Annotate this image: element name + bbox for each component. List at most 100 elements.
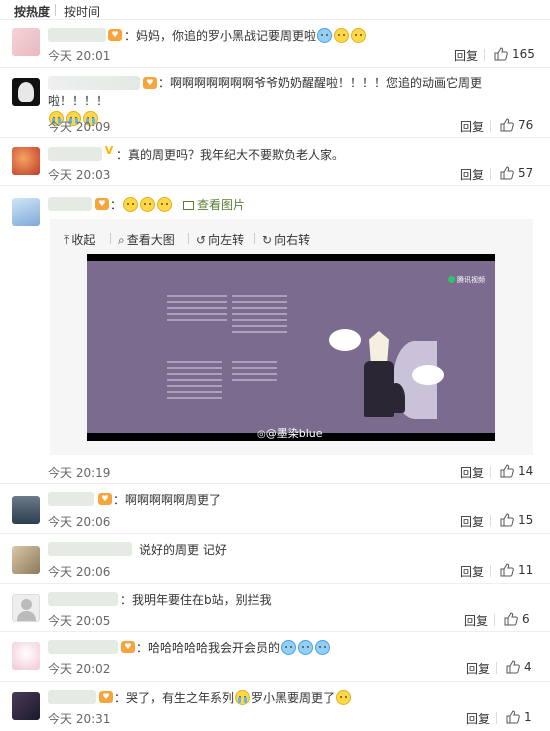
comment-item: ♥ ：啊啊啊啊啊周更了 今天 20:06 回复 15 bbox=[0, 484, 550, 534]
username-blurred[interactable] bbox=[48, 542, 132, 556]
divider bbox=[490, 120, 491, 132]
divider bbox=[494, 614, 495, 626]
fan-medal-icon: ♥ bbox=[98, 493, 112, 505]
divider bbox=[496, 712, 497, 724]
emoji-icon bbox=[140, 197, 156, 212]
thumbs-up-icon[interactable] bbox=[500, 464, 514, 478]
avatar[interactable] bbox=[12, 594, 40, 622]
divider bbox=[254, 233, 255, 244]
avatar[interactable] bbox=[12, 28, 40, 56]
comment-time: 今天 20:31 bbox=[48, 712, 111, 726]
username-blurred[interactable] bbox=[48, 592, 118, 606]
logo-text: 腾讯视频 bbox=[457, 276, 485, 284]
thumbs-up-icon[interactable] bbox=[494, 47, 508, 61]
avatar[interactable] bbox=[12, 147, 40, 175]
sort-tab-time[interactable]: 按时间 bbox=[64, 3, 100, 20]
thumbs-up-icon[interactable] bbox=[504, 612, 518, 626]
comment-text: ：哈哈哈哈哈我会开会员的 bbox=[136, 639, 331, 656]
thumbs-up-icon[interactable] bbox=[500, 166, 514, 180]
username-blurred[interactable] bbox=[48, 197, 92, 211]
speech-bubble bbox=[412, 365, 444, 385]
reply-button[interactable]: 回复 bbox=[464, 612, 488, 629]
sort-tab-hot[interactable]: 按热度 bbox=[14, 3, 50, 20]
emoji-icon bbox=[334, 28, 350, 43]
comment-item: ♥ ：妈妈，你追的罗小黑战记要周更啦 今天 20:01 回复 165 bbox=[0, 20, 550, 68]
comment-text: ：真的周更吗？我年纪大不要欺负老人家。 bbox=[116, 148, 345, 162]
view-large-button[interactable]: ⌕ 查看大图 bbox=[118, 231, 175, 248]
comment-item: 说好的周更 记好 今天 20:06 回复 11 bbox=[0, 534, 550, 584]
reply-button[interactable]: 回复 bbox=[460, 513, 484, 530]
picture-icon bbox=[183, 201, 194, 210]
avatar[interactable] bbox=[12, 198, 40, 226]
comment-text: ：妈妈，你追的罗小黑战记要周更啦 bbox=[124, 27, 367, 44]
collapse-button[interactable]: ⤒ 收起 bbox=[64, 231, 95, 248]
comment-text-content: ：哈哈哈哈哈我会开会员的 bbox=[136, 641, 281, 655]
watermark-text: @墨染blue bbox=[265, 427, 323, 440]
username-blurred[interactable] bbox=[48, 28, 106, 42]
vip-icon: V bbox=[104, 144, 114, 157]
comment-item: ♥ ：啊啊啊啊啊啊啊爷爷奶奶醒醒啦！！！！您追的动画它周更啦！！！！ 今天 20… bbox=[0, 68, 550, 138]
rotate-left-button[interactable]: ↺ 向左转 bbox=[196, 231, 244, 248]
view-large-label: 查看大图 bbox=[126, 233, 175, 247]
comment-text: ：我明年要住在b站，别拦我 bbox=[120, 593, 272, 607]
magnifier-icon: ⌕ bbox=[118, 233, 125, 247]
emoji-icon bbox=[157, 197, 173, 212]
collapse-label: 收起 bbox=[71, 233, 96, 247]
comment-item: ♥ ：哭了，有生之年系列 罗小黑要周更了 今天 20:31 回复 1 bbox=[0, 682, 550, 731]
emoji-icon bbox=[351, 28, 367, 43]
rotate-right-button[interactable]: ↻ 向右转 bbox=[262, 231, 310, 248]
character-small bbox=[387, 383, 405, 413]
reply-button[interactable]: 回复 bbox=[454, 47, 478, 64]
play-icon bbox=[448, 276, 455, 283]
comment-text-content: 罗小黑要周更了 bbox=[251, 691, 336, 705]
thumbs-up-icon[interactable] bbox=[506, 710, 520, 724]
emoji-icon bbox=[336, 690, 352, 705]
reply-button[interactable]: 回复 bbox=[466, 710, 490, 727]
comment-time: 今天 20:19 bbox=[48, 466, 111, 480]
emoji-icon bbox=[317, 28, 333, 43]
avatar[interactable] bbox=[12, 642, 40, 670]
like-count: 1 bbox=[524, 710, 532, 724]
username-blurred[interactable] bbox=[48, 147, 102, 161]
video-logo: 腾讯视频 bbox=[448, 275, 485, 285]
avatar[interactable] bbox=[12, 78, 40, 106]
attached-image[interactable]: 腾讯视频 ◎@墨染blue bbox=[87, 254, 495, 441]
credits-block bbox=[167, 361, 222, 401]
username-blurred[interactable] bbox=[48, 492, 94, 506]
like-count: 14 bbox=[518, 464, 534, 478]
weibo-icon: ◎ bbox=[257, 429, 266, 440]
comment-time: 今天 20:03 bbox=[48, 168, 111, 182]
thumbs-up-icon[interactable] bbox=[500, 513, 514, 527]
avatar[interactable] bbox=[12, 546, 40, 574]
reply-button[interactable]: 回复 bbox=[460, 464, 484, 481]
thumbs-up-icon[interactable] bbox=[500, 563, 514, 577]
comment-text-content: ：啊啊啊啊啊啊啊爷爷奶奶醒醒啦！！！！您追的动画它周更啦！！！！ bbox=[48, 76, 483, 108]
credits-block bbox=[167, 295, 227, 325]
reply-button[interactable]: 回复 bbox=[460, 166, 484, 183]
divider bbox=[490, 565, 491, 577]
divider bbox=[484, 49, 485, 61]
avatar-figure bbox=[18, 82, 34, 102]
rotate-left-icon: ↺ bbox=[196, 233, 207, 247]
view-picture-link[interactable]: 查看图片 bbox=[183, 196, 245, 213]
sort-bar: 按热度 按时间 bbox=[0, 0, 550, 20]
avatar[interactable] bbox=[12, 692, 40, 720]
avatar[interactable] bbox=[12, 496, 40, 524]
reply-button[interactable]: 回复 bbox=[460, 118, 484, 135]
comment-time: 今天 20:06 bbox=[48, 515, 111, 529]
comment-time: 今天 20:06 bbox=[48, 565, 111, 579]
like-count: 4 bbox=[524, 660, 532, 674]
emoji-icon bbox=[281, 640, 297, 655]
username-blurred[interactable] bbox=[48, 640, 118, 654]
username-blurred[interactable] bbox=[48, 690, 96, 704]
comment-item: ♥ ：哈哈哈哈哈我会开会员的 今天 20:02 回复 4 bbox=[0, 632, 550, 682]
reply-button[interactable]: 回复 bbox=[460, 563, 484, 580]
comment-text-content: ：哭了，有生之年系列 bbox=[114, 691, 235, 705]
emoji-icon bbox=[298, 640, 314, 655]
thumbs-up-icon[interactable] bbox=[500, 118, 514, 132]
reply-button[interactable]: 回复 bbox=[466, 660, 490, 677]
like-count: 165 bbox=[512, 47, 535, 61]
thumbs-up-icon[interactable] bbox=[506, 660, 520, 674]
avatar-default-body bbox=[17, 611, 36, 621]
credits-block bbox=[232, 295, 287, 335]
